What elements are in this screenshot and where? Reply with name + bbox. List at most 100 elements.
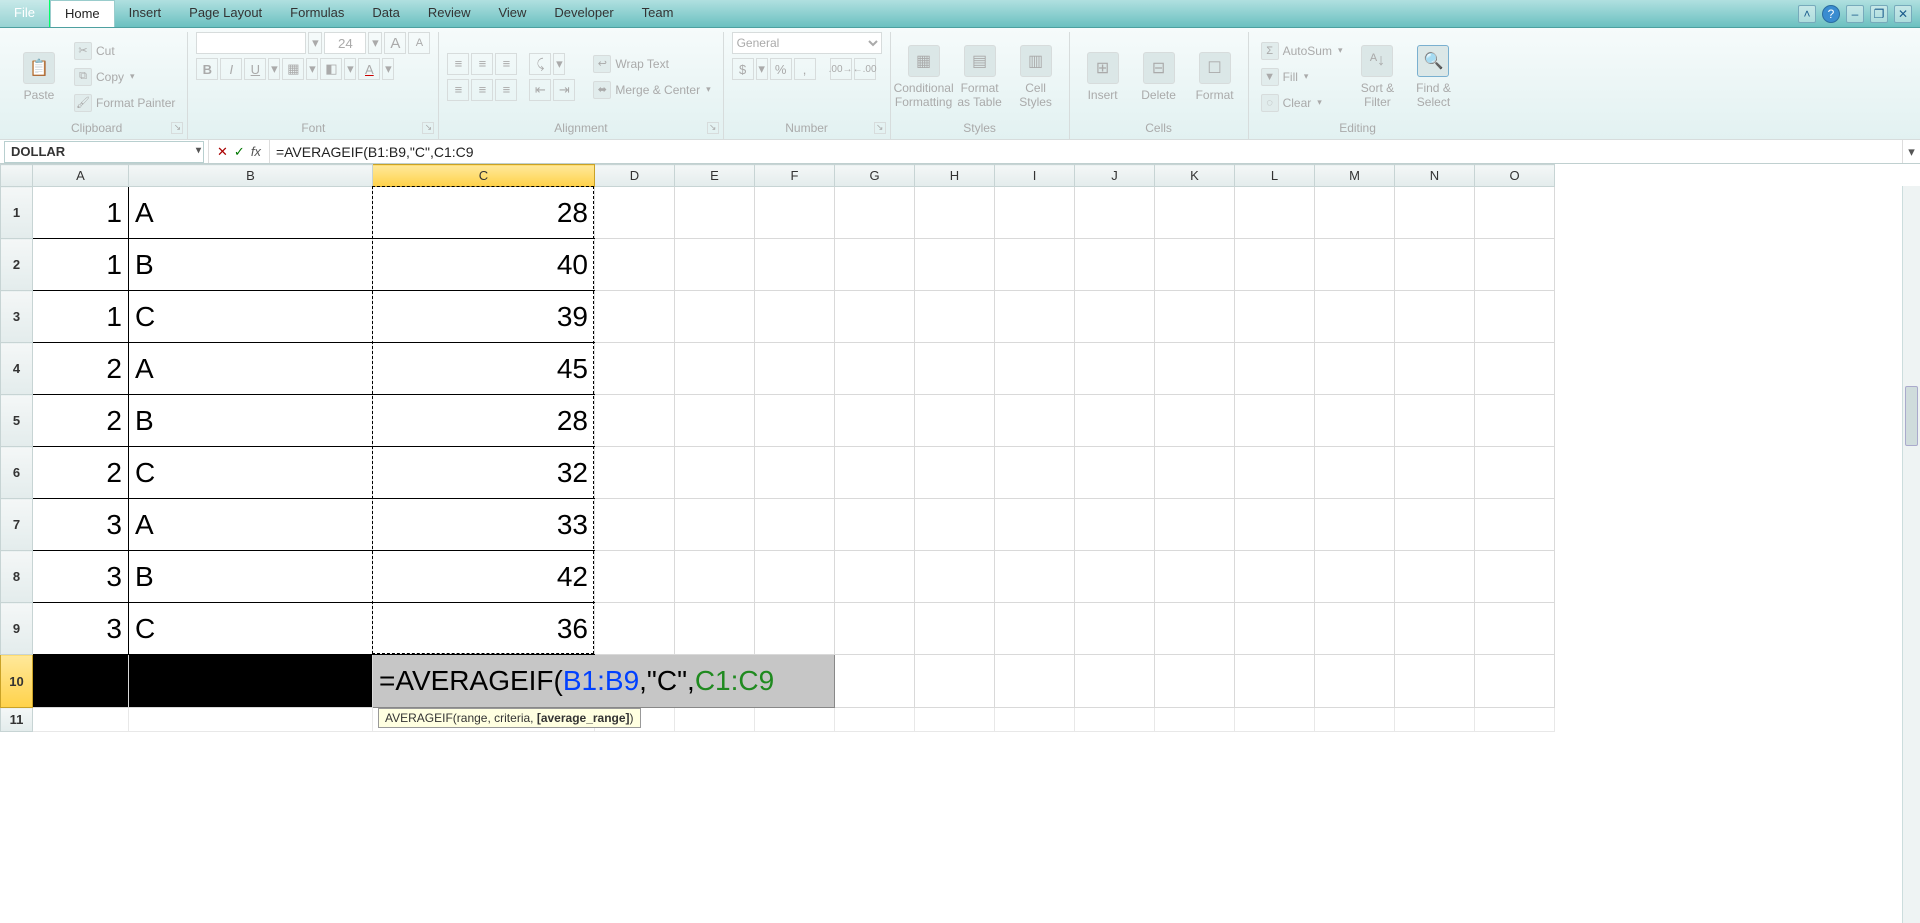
cell-H3[interactable] bbox=[915, 291, 995, 343]
cell-E11[interactable] bbox=[675, 708, 755, 732]
cell-J5[interactable] bbox=[1075, 395, 1155, 447]
cell-O4[interactable] bbox=[1475, 343, 1555, 395]
cell-F5[interactable] bbox=[755, 395, 835, 447]
cell-G2[interactable] bbox=[835, 239, 915, 291]
clear-button[interactable]: ◌Clear▾ bbox=[1257, 92, 1347, 114]
cell-D8[interactable] bbox=[595, 551, 675, 603]
cell-A3[interactable]: 1 bbox=[33, 291, 129, 343]
cell-N2[interactable] bbox=[1395, 239, 1475, 291]
cell-M3[interactable] bbox=[1315, 291, 1395, 343]
row-header-3[interactable]: 3 bbox=[1, 291, 33, 343]
cell-G3[interactable] bbox=[835, 291, 915, 343]
cell-J4[interactable] bbox=[1075, 343, 1155, 395]
cell-E9[interactable] bbox=[675, 603, 755, 655]
cell-B2[interactable]: B bbox=[129, 239, 373, 291]
align-middle-icon[interactable]: ≡ bbox=[471, 53, 493, 75]
chevron-down-icon[interactable]: ▾ bbox=[196, 145, 201, 156]
cell-J9[interactable] bbox=[1075, 603, 1155, 655]
cell-L4[interactable] bbox=[1235, 343, 1315, 395]
tab-home[interactable]: Home bbox=[50, 0, 115, 27]
row-header-1[interactable]: 1 bbox=[1, 187, 33, 239]
currency-icon[interactable]: $ bbox=[732, 58, 754, 80]
formula-input[interactable]: =AVERAGEIF(B1:B9,"C",C1:C9 bbox=[270, 140, 1902, 163]
cell-G1[interactable] bbox=[835, 187, 915, 239]
cell-C8[interactable]: 42 bbox=[373, 551, 595, 603]
cell-L1[interactable] bbox=[1235, 187, 1315, 239]
cell-L10[interactable] bbox=[1235, 655, 1315, 708]
cell-B5[interactable]: B bbox=[129, 395, 373, 447]
col-header-L[interactable]: L bbox=[1235, 165, 1315, 187]
cell-K4[interactable] bbox=[1155, 343, 1235, 395]
col-header-N[interactable]: N bbox=[1395, 165, 1475, 187]
cell-A11[interactable] bbox=[33, 708, 129, 732]
cell-J6[interactable] bbox=[1075, 447, 1155, 499]
decrease-font-icon[interactable]: A bbox=[408, 32, 430, 54]
cell-styles-button[interactable]: ▥CellStyles bbox=[1011, 38, 1061, 116]
cell-K8[interactable] bbox=[1155, 551, 1235, 603]
cell-N8[interactable] bbox=[1395, 551, 1475, 603]
cell-E7[interactable] bbox=[675, 499, 755, 551]
borders-button[interactable]: ▦ bbox=[282, 58, 304, 80]
row-header-11[interactable]: 11 bbox=[1, 708, 33, 732]
cell-J8[interactable] bbox=[1075, 551, 1155, 603]
cell-I1[interactable] bbox=[995, 187, 1075, 239]
cell-C10[interactable]: =AVERAGEIF(B1:B9,"C",C1:C9 bbox=[373, 655, 835, 708]
cell-J7[interactable] bbox=[1075, 499, 1155, 551]
col-header-F[interactable]: F bbox=[755, 165, 835, 187]
cell-L8[interactable] bbox=[1235, 551, 1315, 603]
cell-J1[interactable] bbox=[1075, 187, 1155, 239]
cell-O10[interactable] bbox=[1475, 655, 1555, 708]
cell-L7[interactable] bbox=[1235, 499, 1315, 551]
cell-B7[interactable]: A bbox=[129, 499, 373, 551]
cell-C7[interactable]: 33 bbox=[373, 499, 595, 551]
cell-F2[interactable] bbox=[755, 239, 835, 291]
cell-I2[interactable] bbox=[995, 239, 1075, 291]
cell-C4[interactable]: 45 bbox=[373, 343, 595, 395]
cell-E8[interactable] bbox=[675, 551, 755, 603]
cell-A5[interactable]: 2 bbox=[33, 395, 129, 447]
cell-G5[interactable] bbox=[835, 395, 915, 447]
cell-F6[interactable] bbox=[755, 447, 835, 499]
cell-E1[interactable] bbox=[675, 187, 755, 239]
cell-C3[interactable]: 39 bbox=[373, 291, 595, 343]
merge-center-button[interactable]: ⬌Merge & Center▾ bbox=[589, 79, 714, 101]
cell-I3[interactable] bbox=[995, 291, 1075, 343]
cell-O3[interactable] bbox=[1475, 291, 1555, 343]
cell-M4[interactable] bbox=[1315, 343, 1395, 395]
cell-I11[interactable] bbox=[995, 708, 1075, 732]
cell-B11[interactable] bbox=[129, 708, 373, 732]
cell-F7[interactable] bbox=[755, 499, 835, 551]
cell-D7[interactable] bbox=[595, 499, 675, 551]
col-header-A[interactable]: A bbox=[33, 165, 129, 187]
tab-review[interactable]: Review bbox=[414, 0, 485, 27]
font-name-input[interactable] bbox=[196, 32, 306, 54]
scrollbar-thumb[interactable] bbox=[1905, 386, 1918, 446]
cell-A8[interactable]: 3 bbox=[33, 551, 129, 603]
tab-page-layout[interactable]: Page Layout bbox=[175, 0, 276, 27]
cell-O8[interactable] bbox=[1475, 551, 1555, 603]
cell-O5[interactable] bbox=[1475, 395, 1555, 447]
decrease-indent-icon[interactable]: ⇤ bbox=[529, 79, 551, 101]
copy-button[interactable]: ⧉Copy▾ bbox=[70, 66, 179, 88]
align-left-icon[interactable]: ≡ bbox=[447, 79, 469, 101]
cell-B8[interactable]: B bbox=[129, 551, 373, 603]
cell-L3[interactable] bbox=[1235, 291, 1315, 343]
cell-B4[interactable]: A bbox=[129, 343, 373, 395]
decrease-decimal-icon[interactable]: ←.00 bbox=[854, 58, 876, 80]
cell-O1[interactable] bbox=[1475, 187, 1555, 239]
cell-C6[interactable]: 32 bbox=[373, 447, 595, 499]
cell-K11[interactable] bbox=[1155, 708, 1235, 732]
align-center-icon[interactable]: ≡ bbox=[471, 79, 493, 101]
italic-button[interactable]: I bbox=[220, 58, 242, 80]
cell-O7[interactable] bbox=[1475, 499, 1555, 551]
alignment-launcher-icon[interactable]: ↘ bbox=[707, 122, 719, 134]
percent-icon[interactable]: % bbox=[770, 58, 792, 80]
increase-decimal-icon[interactable]: .00→ bbox=[830, 58, 852, 80]
align-top-icon[interactable]: ≡ bbox=[447, 53, 469, 75]
cell-L6[interactable] bbox=[1235, 447, 1315, 499]
cell-H1[interactable] bbox=[915, 187, 995, 239]
cell-M5[interactable] bbox=[1315, 395, 1395, 447]
cell-B3[interactable]: C bbox=[129, 291, 373, 343]
cell-M6[interactable] bbox=[1315, 447, 1395, 499]
vertical-scrollbar[interactable] bbox=[1902, 186, 1920, 923]
